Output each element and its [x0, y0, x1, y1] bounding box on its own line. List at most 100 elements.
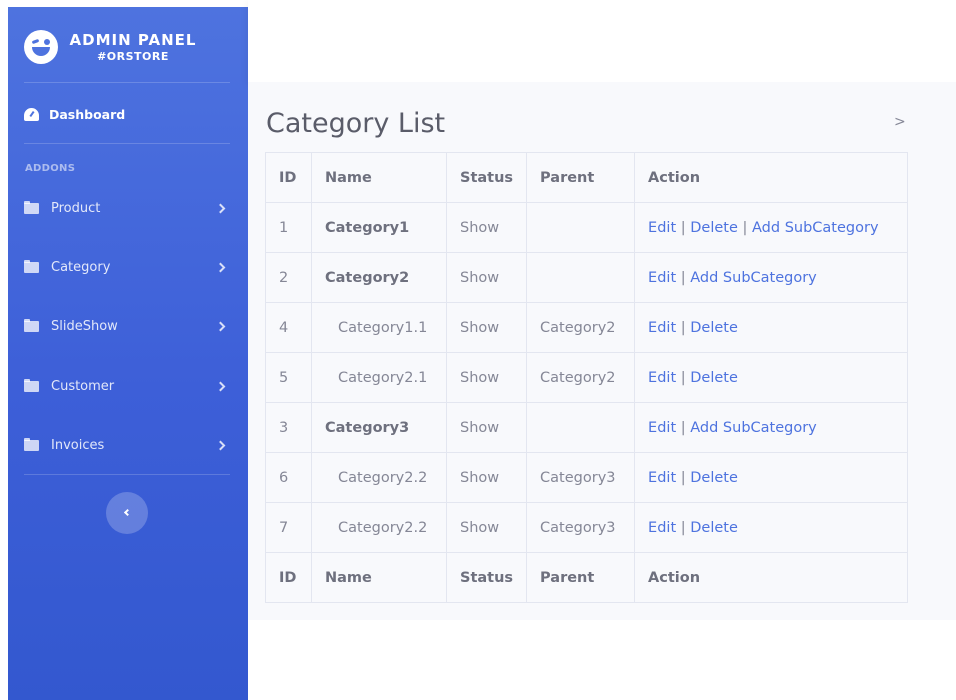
cell-action: Edit | Delete — [634, 352, 909, 403]
chevron-right-icon — [215, 440, 226, 450]
folder-icon — [24, 437, 39, 451]
cell-action: Edit | Delete — [634, 502, 909, 553]
cell-name: Category3 — [311, 402, 447, 453]
sidebar-item-label: Product — [51, 200, 101, 216]
cell-status: Show — [445, 502, 528, 553]
cell-status: Show — [445, 352, 528, 403]
action-separator: | — [742, 219, 748, 236]
cell-parent: Category3 — [526, 502, 636, 553]
cell-action: Edit | Add SubCategory — [634, 402, 909, 453]
edit-link[interactable]: Edit — [648, 420, 676, 436]
brand-title: ADMIN PANEL — [69, 31, 197, 49]
sidebar-item-slideshow[interactable]: SlideShow — [24, 314, 230, 338]
table-row: 3 Category3 Show Edit | Add SubCategory — [265, 402, 909, 453]
sidebar-divider — [24, 82, 230, 83]
cell-id: 5 — [265, 352, 312, 403]
cell-id: 4 — [265, 302, 312, 353]
folder-icon — [24, 318, 39, 332]
table-row: 6 Category2.2 Show Category3 Edit | Delete — [265, 452, 909, 503]
edit-link[interactable]: Edit — [648, 320, 676, 336]
action-separator: | — [680, 519, 686, 536]
page-title: Category List — [266, 108, 446, 139]
chevron-left-icon — [123, 508, 132, 517]
sidebar-item-label: Customer — [51, 378, 115, 394]
cell-name: Category1.1 — [311, 302, 447, 353]
cell-parent: Category3 — [526, 452, 636, 503]
action-separator: | — [680, 319, 686, 336]
column-footer-parent: Parent — [526, 552, 636, 603]
table-footer-row: ID Name Status Parent Action — [265, 552, 909, 603]
cell-parent: Category2 — [526, 352, 636, 403]
sidebar-item-product[interactable]: Product — [24, 196, 230, 220]
delete-link[interactable]: Delete — [690, 320, 738, 336]
topbar — [248, 0, 956, 82]
add-subcategory-link[interactable]: Add SubCategory — [752, 220, 879, 236]
sidebar-item-category[interactable]: Category — [24, 255, 230, 279]
cell-id: 2 — [265, 252, 312, 303]
edit-link[interactable]: Edit — [648, 270, 676, 286]
folder-icon — [24, 200, 39, 214]
sidebar-item-invoices[interactable]: Invoices — [24, 433, 230, 457]
breadcrumb[interactable]: > — [894, 114, 906, 130]
action-separator: | — [680, 419, 686, 436]
cell-name: Category2.2 — [311, 452, 447, 503]
cell-id: 3 — [265, 402, 312, 453]
cell-status: Show — [445, 302, 528, 353]
table-row: 2 Category2 Show Edit | Add SubCategory — [265, 252, 909, 303]
sidebar-divider — [24, 143, 230, 144]
add-subcategory-link[interactable]: Add SubCategory — [690, 420, 817, 436]
chevron-right-icon — [215, 381, 226, 391]
chevron-right-icon — [215, 321, 226, 331]
delete-link[interactable]: Delete — [690, 470, 738, 486]
sidebar-item-label: SlideShow — [51, 318, 118, 334]
sidebar-item-label: Dashboard — [49, 106, 126, 122]
delete-link[interactable]: Delete — [690, 520, 738, 536]
cell-action: Edit | Delete — [634, 302, 909, 353]
cell-parent: Category2 — [526, 302, 636, 353]
cell-id: 6 — [265, 452, 312, 503]
cell-name: Category2.1 — [311, 352, 447, 403]
category-table: ID Name Status Parent Action 1 Category1 S… — [265, 152, 909, 603]
cell-name: Category2 — [311, 252, 447, 303]
edit-link[interactable]: Edit — [648, 470, 676, 486]
cell-id: 7 — [265, 502, 312, 553]
chevron-right-icon — [215, 203, 226, 213]
cell-action: Edit | Delete — [634, 452, 909, 503]
table-row: 1 Category1 Show Edit | Delete | Add SubCat… — [265, 202, 909, 253]
sidebar-divider — [24, 474, 230, 475]
action-separator: | — [680, 469, 686, 486]
column-header-id: ID — [265, 152, 312, 203]
edit-link[interactable]: Edit — [648, 520, 676, 536]
sidebar-item-label: Invoices — [51, 437, 105, 453]
folder-icon — [24, 259, 39, 273]
cell-status: Show — [445, 402, 528, 453]
column-header-action: Action — [634, 152, 909, 203]
sidebar-item-customer[interactable]: Customer — [24, 374, 230, 398]
cell-parent — [526, 402, 636, 453]
sidebar-item-dashboard[interactable]: Dashboard — [24, 103, 125, 125]
brand[interactable]: ADMIN PANEL #ORSTORE — [24, 21, 224, 73]
column-footer-name: Name — [311, 552, 447, 603]
cell-name: Category1 — [311, 202, 447, 253]
cell-id: 1 — [265, 202, 312, 253]
action-separator: | — [680, 219, 686, 236]
edit-link[interactable]: Edit — [648, 220, 676, 236]
add-subcategory-link[interactable]: Add SubCategory — [690, 270, 817, 286]
cell-status: Show — [445, 202, 528, 253]
table-row: 7 Category2.2 Show Category3 Edit | Delete — [265, 502, 909, 553]
sidebar-toggle-button[interactable] — [106, 492, 148, 534]
column-header-parent: Parent — [526, 152, 636, 203]
edit-link[interactable]: Edit — [648, 370, 676, 386]
sidebar: ADMIN PANEL #ORSTORE Dashboard ADDONS Pr… — [8, 7, 248, 700]
column-header-name: Name — [311, 152, 447, 203]
cell-action: Edit | Delete | Add SubCategory — [634, 202, 909, 253]
column-footer-id: ID — [265, 552, 312, 603]
delete-link[interactable]: Delete — [690, 370, 738, 386]
cell-status: Show — [445, 452, 528, 503]
brand-subtitle: #ORSTORE — [97, 50, 169, 63]
table-row: 5 Category2.1 Show Category2 Edit | Delete — [265, 352, 909, 403]
delete-link[interactable]: Delete — [690, 220, 738, 236]
wink-face-icon — [24, 30, 58, 64]
cell-action: Edit | Add SubCategory — [634, 252, 909, 303]
cell-parent — [526, 202, 636, 253]
